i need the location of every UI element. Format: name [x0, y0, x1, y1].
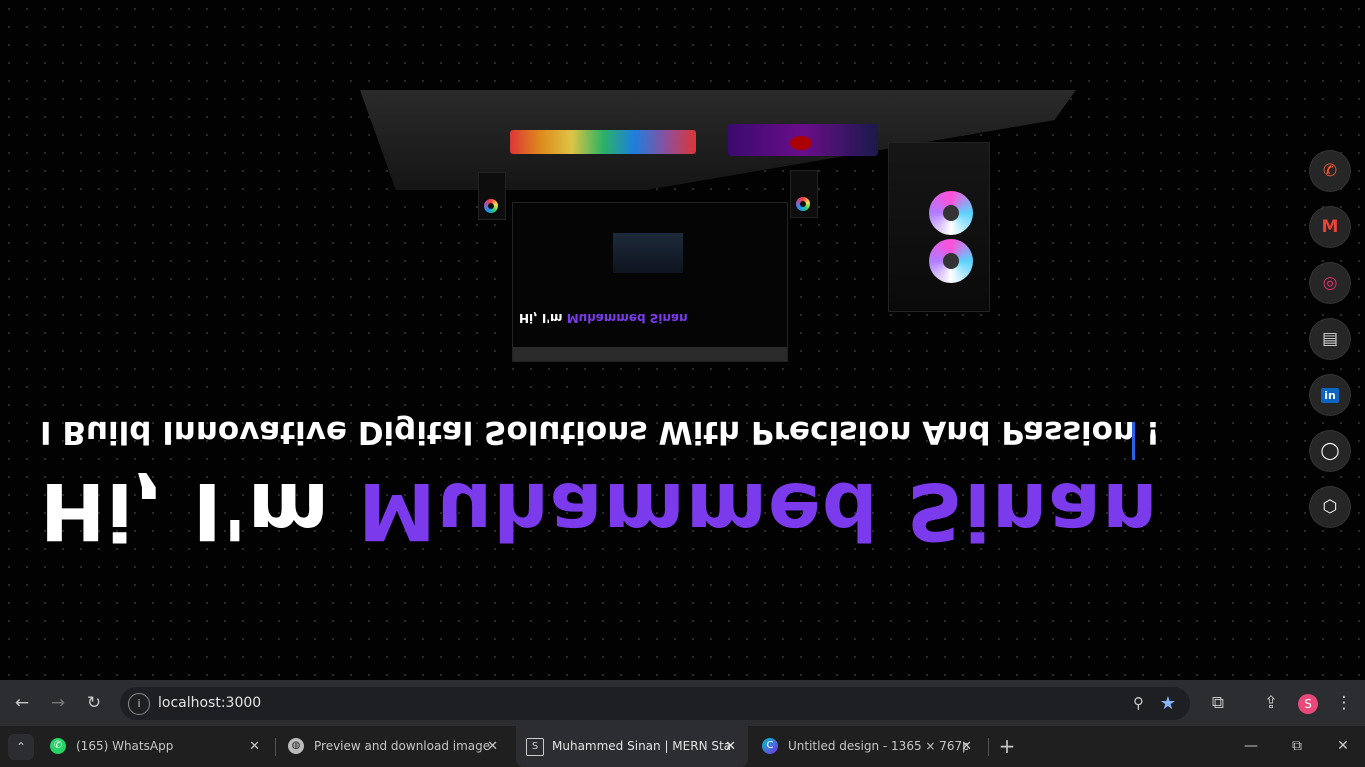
minimize-icon[interactable]: —	[1236, 733, 1266, 759]
phone-icon: ✆	[1322, 161, 1338, 181]
monitor-taskbar	[513, 347, 787, 361]
tab-strip: ✆ (165) WhatsApp ✕ ◍ Preview and downloa…	[0, 726, 1365, 767]
resume-button[interactable]: ▤	[1310, 319, 1350, 359]
site-info-icon[interactable]: i	[128, 693, 150, 715]
badge-icon: ⬡	[1322, 497, 1338, 517]
document-icon: ▤	[1321, 329, 1339, 349]
linkedin-button[interactable]: in	[1310, 375, 1350, 415]
rgb-keyboard	[510, 130, 696, 154]
address-bar[interactable]: i localhost:3000 ⚲ ★	[120, 687, 1190, 720]
close-icon[interactable]: ✕	[487, 726, 498, 767]
url-text[interactable]: localhost:3000	[158, 687, 261, 720]
github-icon: ◯	[1320, 441, 1340, 461]
gmail-icon: M	[1321, 217, 1339, 237]
hero-greeting: Hi, I'm	[40, 465, 359, 555]
tab-whatsapp[interactable]: ✆ (165) WhatsApp ✕	[40, 726, 272, 767]
tab-label: Untitled design - 1365 × 767px	[788, 739, 968, 753]
linkedin-icon: in	[1321, 387, 1339, 403]
pc-tower	[888, 142, 990, 312]
monitor-code-window	[613, 233, 683, 273]
hero-name: Muhammed Sinan	[358, 465, 1159, 555]
phone-button[interactable]: ✆	[1310, 151, 1350, 191]
reload-icon[interactable]: ↻	[82, 691, 106, 715]
whatsapp-icon: ✆	[50, 738, 66, 754]
globe-icon: ◍	[288, 738, 304, 754]
close-window-icon[interactable]: ✕	[1328, 733, 1358, 759]
case-fan	[929, 239, 973, 283]
instagram-button[interactable]: ◎	[1310, 263, 1350, 303]
tab-label: Muhammed Sinan | MERN Stack	[552, 739, 732, 753]
site-icon: S	[526, 738, 544, 756]
social-links-dock: ✆ M ◎ ▤ in ◯ ⬡	[1310, 151, 1350, 531]
profile-avatar[interactable]: S	[1298, 694, 1318, 714]
typing-cursor	[1132, 422, 1135, 460]
tab-canva[interactable]: C Untitled design - 1365 × 767px ✕	[752, 726, 984, 767]
back-arrow-icon[interactable]: ←	[10, 691, 34, 715]
close-icon[interactable]: ✕	[725, 726, 736, 767]
canva-icon: C	[762, 738, 778, 754]
extensions-icon[interactable]: ⧉	[1206, 691, 1230, 715]
bookmark-star-icon[interactable]: ★	[1160, 687, 1176, 720]
close-icon[interactable]: ✕	[249, 726, 260, 767]
mouse	[790, 136, 812, 150]
case-fan	[929, 191, 973, 235]
instagram-icon: ◎	[1322, 273, 1338, 293]
monitor-screen: Hi, I'm Muhammed Sinan	[512, 202, 788, 362]
monitor-greeting: Hi, I'm	[519, 311, 567, 325]
tab-preview-download[interactable]: ◍ Preview and download image - ✕	[278, 726, 510, 767]
password-key-icon[interactable]: ⚲	[1133, 687, 1144, 720]
desk-scene-3d[interactable]: Hi, I'm Muhammed Sinan	[360, 90, 1080, 370]
tab-label: Preview and download image -	[314, 739, 494, 753]
tab-label: (165) WhatsApp	[76, 739, 174, 753]
restore-icon[interactable]: ⧉	[1282, 733, 1312, 759]
tab-separator	[988, 738, 989, 756]
monitor-hero-title: Hi, I'm Muhammed Sinan	[519, 311, 688, 325]
menu-icon[interactable]: ⋮	[1332, 691, 1356, 715]
github-button[interactable]: ◯	[1310, 431, 1350, 471]
close-icon[interactable]: ✕	[961, 726, 972, 767]
forward-arrow-icon[interactable]: →	[46, 691, 70, 715]
gmail-button[interactable]: M	[1310, 207, 1350, 247]
portfolio-page: Hi, I'm Muhammed Sinan I Build Innovativ…	[0, 0, 1365, 680]
portfolio-button[interactable]: ⬡	[1310, 487, 1350, 527]
share-icon[interactable]: ⇪	[1259, 691, 1283, 715]
speaker-left	[478, 172, 506, 220]
tab-search-chevron-icon[interactable]: ⌃	[8, 734, 34, 760]
tab-portfolio[interactable]: S Muhammed Sinan | MERN Stack ✕	[516, 726, 748, 767]
speaker-right	[790, 170, 818, 218]
hero-tagline: I Build Innovative Digital Solutions Wit…	[40, 414, 1160, 450]
new-tab-plus-icon[interactable]: +	[994, 733, 1020, 759]
monitor-name: Muhammed Sinan	[566, 311, 688, 325]
tab-separator	[275, 738, 276, 756]
hero-title: Hi, I'm Muhammed Sinan	[40, 465, 1159, 555]
